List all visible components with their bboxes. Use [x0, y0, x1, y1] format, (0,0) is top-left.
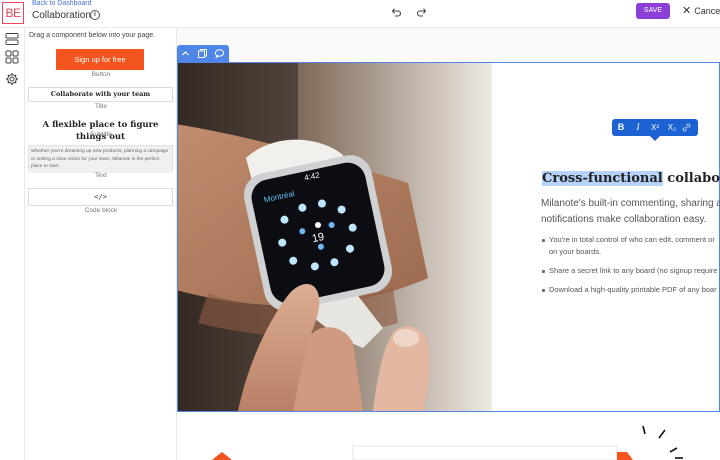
- cancel-label: Cancel: [694, 6, 720, 16]
- components-icon[interactable]: [5, 50, 19, 64]
- back-to-dashboard-link[interactable]: Back to Dashboard: [32, 0, 92, 7]
- bullet-list[interactable]: You're in total control of who can edit,…: [540, 234, 720, 303]
- text-preview-text: Whether you're dreaming up new products,…: [29, 146, 172, 173]
- left-rail: [0, 28, 25, 460]
- redo-icon[interactable]: [416, 6, 428, 18]
- photo-illustration: Montréal 4:42 19: [178, 63, 492, 411]
- list-item-text: on your boards.: [549, 247, 602, 256]
- save-button[interactable]: SAVE: [636, 3, 670, 19]
- component-label-title: Title: [94, 103, 108, 110]
- next-section-illustration: [212, 425, 683, 460]
- settings-icon[interactable]: [5, 72, 19, 86]
- close-icon: ✕: [682, 5, 692, 17]
- format-toolbar: B I X² X₂: [435, 119, 698, 141]
- text-component-preview[interactable]: Whether you're dreaming up new products,…: [28, 145, 173, 173]
- list-item-text: You're in total control of who can edit,…: [549, 235, 715, 244]
- cancel-button[interactable]: ✕ Cancel: [682, 4, 720, 17]
- headline-rest[interactable]: collaboratio: [663, 171, 720, 186]
- page-title: Collaboration: [32, 10, 91, 21]
- body-line: notifications make collaboration easy.: [541, 214, 707, 225]
- title-preview-text: Collaborate with your team: [50, 90, 151, 98]
- code-icon: </>: [94, 193, 107, 201]
- watch-number: 19: [311, 231, 325, 245]
- subscript-button[interactable]: X₂: [664, 119, 680, 136]
- block-toolbar: [177, 45, 229, 62]
- italic-button[interactable]: I: [630, 119, 646, 136]
- code-block-component-preview[interactable]: </>: [28, 188, 173, 206]
- subtitle-component-preview[interactable]: A flexible place to figure things out: [28, 118, 173, 142]
- comment-icon[interactable]: [214, 48, 225, 59]
- layout-icon[interactable]: [5, 32, 19, 46]
- undo-icon[interactable]: [390, 6, 402, 18]
- panel-hint: Drag a component below into your page.: [29, 32, 156, 39]
- next-section-preview[interactable]: [177, 412, 720, 460]
- superscript-button[interactable]: X²: [647, 119, 663, 136]
- section-body[interactable]: Milanote's built-in commenting, sharing …: [541, 196, 720, 228]
- list-item: Share a secret link to any board (no sig…: [540, 265, 720, 277]
- section-headline[interactable]: Cross-functional collaboratio: [542, 171, 720, 186]
- list-item: You're in total control of who can edit,…: [540, 234, 720, 258]
- selected-text[interactable]: Cross-functional: [542, 171, 663, 186]
- link-icon[interactable]: [681, 122, 692, 133]
- duplicate-icon[interactable]: [197, 48, 208, 59]
- component-label-code-block: Code block: [84, 207, 118, 214]
- title-component-preview[interactable]: Collaborate with your team: [28, 87, 173, 102]
- component-label-subtitle: Subtitle: [90, 131, 112, 138]
- info-icon[interactable]: i: [90, 10, 100, 20]
- component-panel: Drag a component below into your page. S…: [25, 28, 177, 460]
- smartwatch-photo[interactable]: Montréal 4:42 19: [178, 63, 492, 411]
- format-toolbar-body: B I X² X₂: [612, 119, 698, 136]
- list-item: Download a high-quality printable PDF of…: [540, 284, 720, 296]
- top-bar: BE Back to Dashboard Collaboration i SAV…: [0, 0, 720, 28]
- chevron-up-icon[interactable]: [180, 48, 191, 59]
- body-line: Milanote's built-in commenting, sharing …: [541, 198, 720, 209]
- button-component-preview[interactable]: Sign up for free: [56, 49, 144, 70]
- bold-button[interactable]: B: [613, 119, 629, 136]
- component-label-text: Text: [95, 172, 107, 179]
- component-label-button: Button: [91, 71, 111, 78]
- format-toolbar-pointer: [650, 136, 660, 141]
- logo[interactable]: BE: [2, 2, 24, 24]
